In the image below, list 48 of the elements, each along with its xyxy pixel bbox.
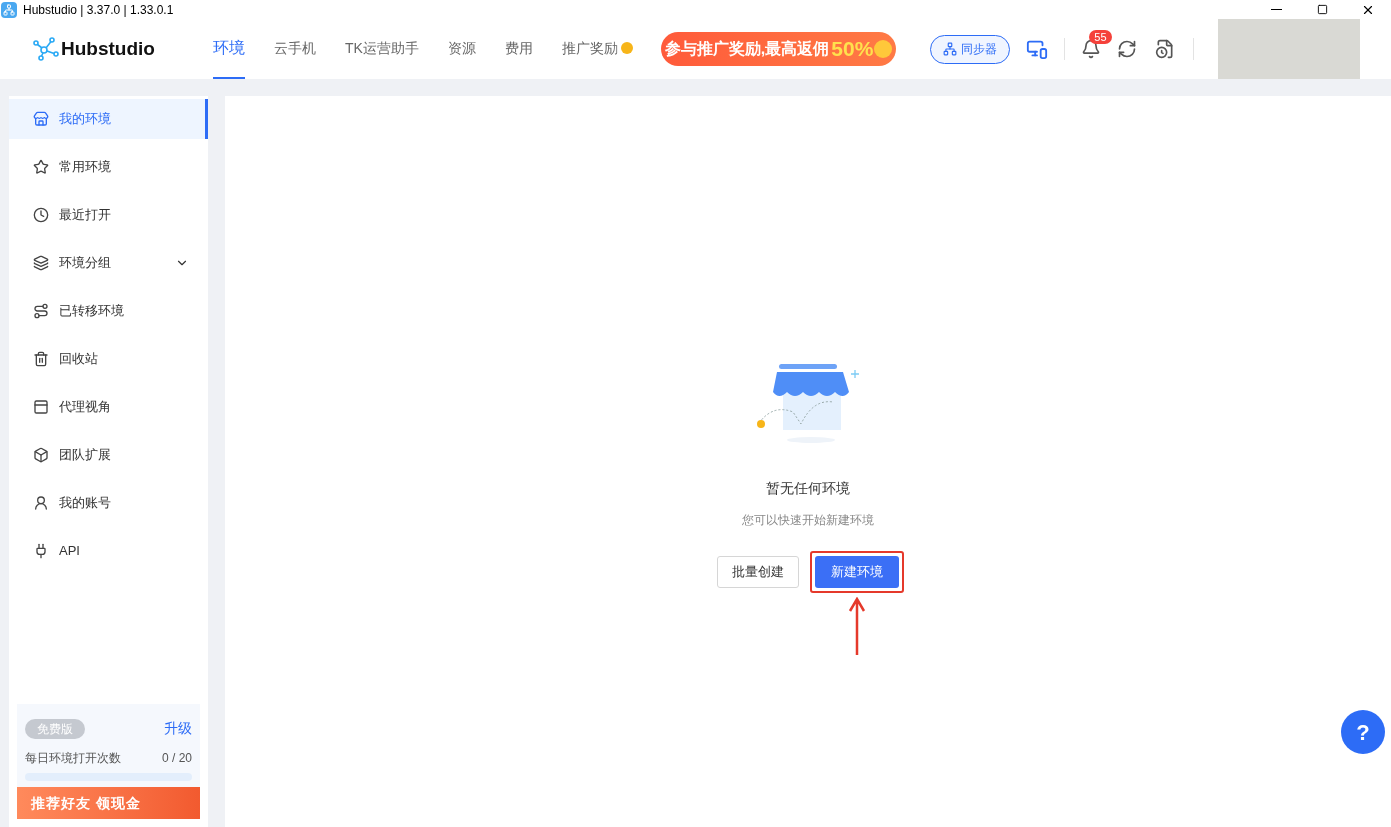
quota-label: 每日环境打开次数 <box>25 750 121 767</box>
user-icon <box>33 495 49 511</box>
annotation-arrow <box>848 597 866 655</box>
nav-tab[interactable]: TK运营助手 <box>344 19 419 79</box>
route-icon <box>33 303 49 319</box>
star-icon <box>33 159 49 175</box>
empty-subtitle: 您可以快速开始新建环境 <box>742 512 874 529</box>
nav-tab[interactable]: 费用 <box>504 19 533 79</box>
batch-create-button[interactable]: 批量创建 <box>717 556 799 588</box>
nav-tab[interactable]: 资源 <box>447 19 476 79</box>
create-button[interactable]: 新建环境 <box>815 556 899 588</box>
cube-icon <box>33 447 49 463</box>
monitor-icon[interactable] <box>1026 38 1049 60</box>
plan-badge: 免费版 <box>25 718 85 739</box>
clock-icon <box>33 207 49 223</box>
nav-tab[interactable]: 推广奖励 <box>561 19 633 79</box>
history-icon[interactable] <box>1155 39 1176 59</box>
logo-icon <box>33 37 59 61</box>
nav-tab[interactable]: 云手机 <box>273 19 316 79</box>
sidebar-item[interactable]: 最近打开 <box>9 195 208 235</box>
store-icon <box>33 111 49 127</box>
panel-icon <box>33 399 49 415</box>
bell-icon[interactable] <box>1081 39 1102 59</box>
sidebar-item[interactable]: 已转移环境 <box>9 291 208 331</box>
minimize-icon <box>1270 9 1282 10</box>
help-button[interactable]: ? <box>1341 710 1385 754</box>
sync-button[interactable]: 同步器 <box>930 34 1011 64</box>
sidebar-item[interactable]: 我的账号 <box>9 483 208 523</box>
trash-icon <box>33 351 49 367</box>
sidebar-item[interactable]: 团队扩展 <box>9 435 208 475</box>
sidebar-item[interactable]: 我的环境 <box>9 99 208 139</box>
sync-icon <box>943 42 958 56</box>
upgrade-link[interactable]: 升级 <box>164 718 192 739</box>
nav-tab[interactable]: 环境 <box>212 19 245 79</box>
plug-icon <box>33 543 49 559</box>
logo-text: Hubstudio <box>61 36 155 61</box>
empty-title: 暂无任何环境 <box>766 479 850 498</box>
sync-download-icon[interactable] <box>1117 39 1138 59</box>
quota-value: 0 / 20 <box>161 750 192 767</box>
window-title: Hubstudio | 3.37.0 | 1.33.0.1 <box>23 1 174 19</box>
maximize-icon <box>1316 4 1328 15</box>
sidebar-item[interactable]: 常用环境 <box>9 147 208 187</box>
notification-badge: 55 <box>1089 30 1112 44</box>
layers-icon <box>33 255 49 271</box>
sidebar-item[interactable]: 回收站 <box>9 339 208 379</box>
sidebar-item[interactable]: API <box>9 531 208 571</box>
sidebar-item[interactable]: 环境分组 <box>9 243 208 283</box>
sidebar-item[interactable]: 代理视角 <box>9 387 208 427</box>
